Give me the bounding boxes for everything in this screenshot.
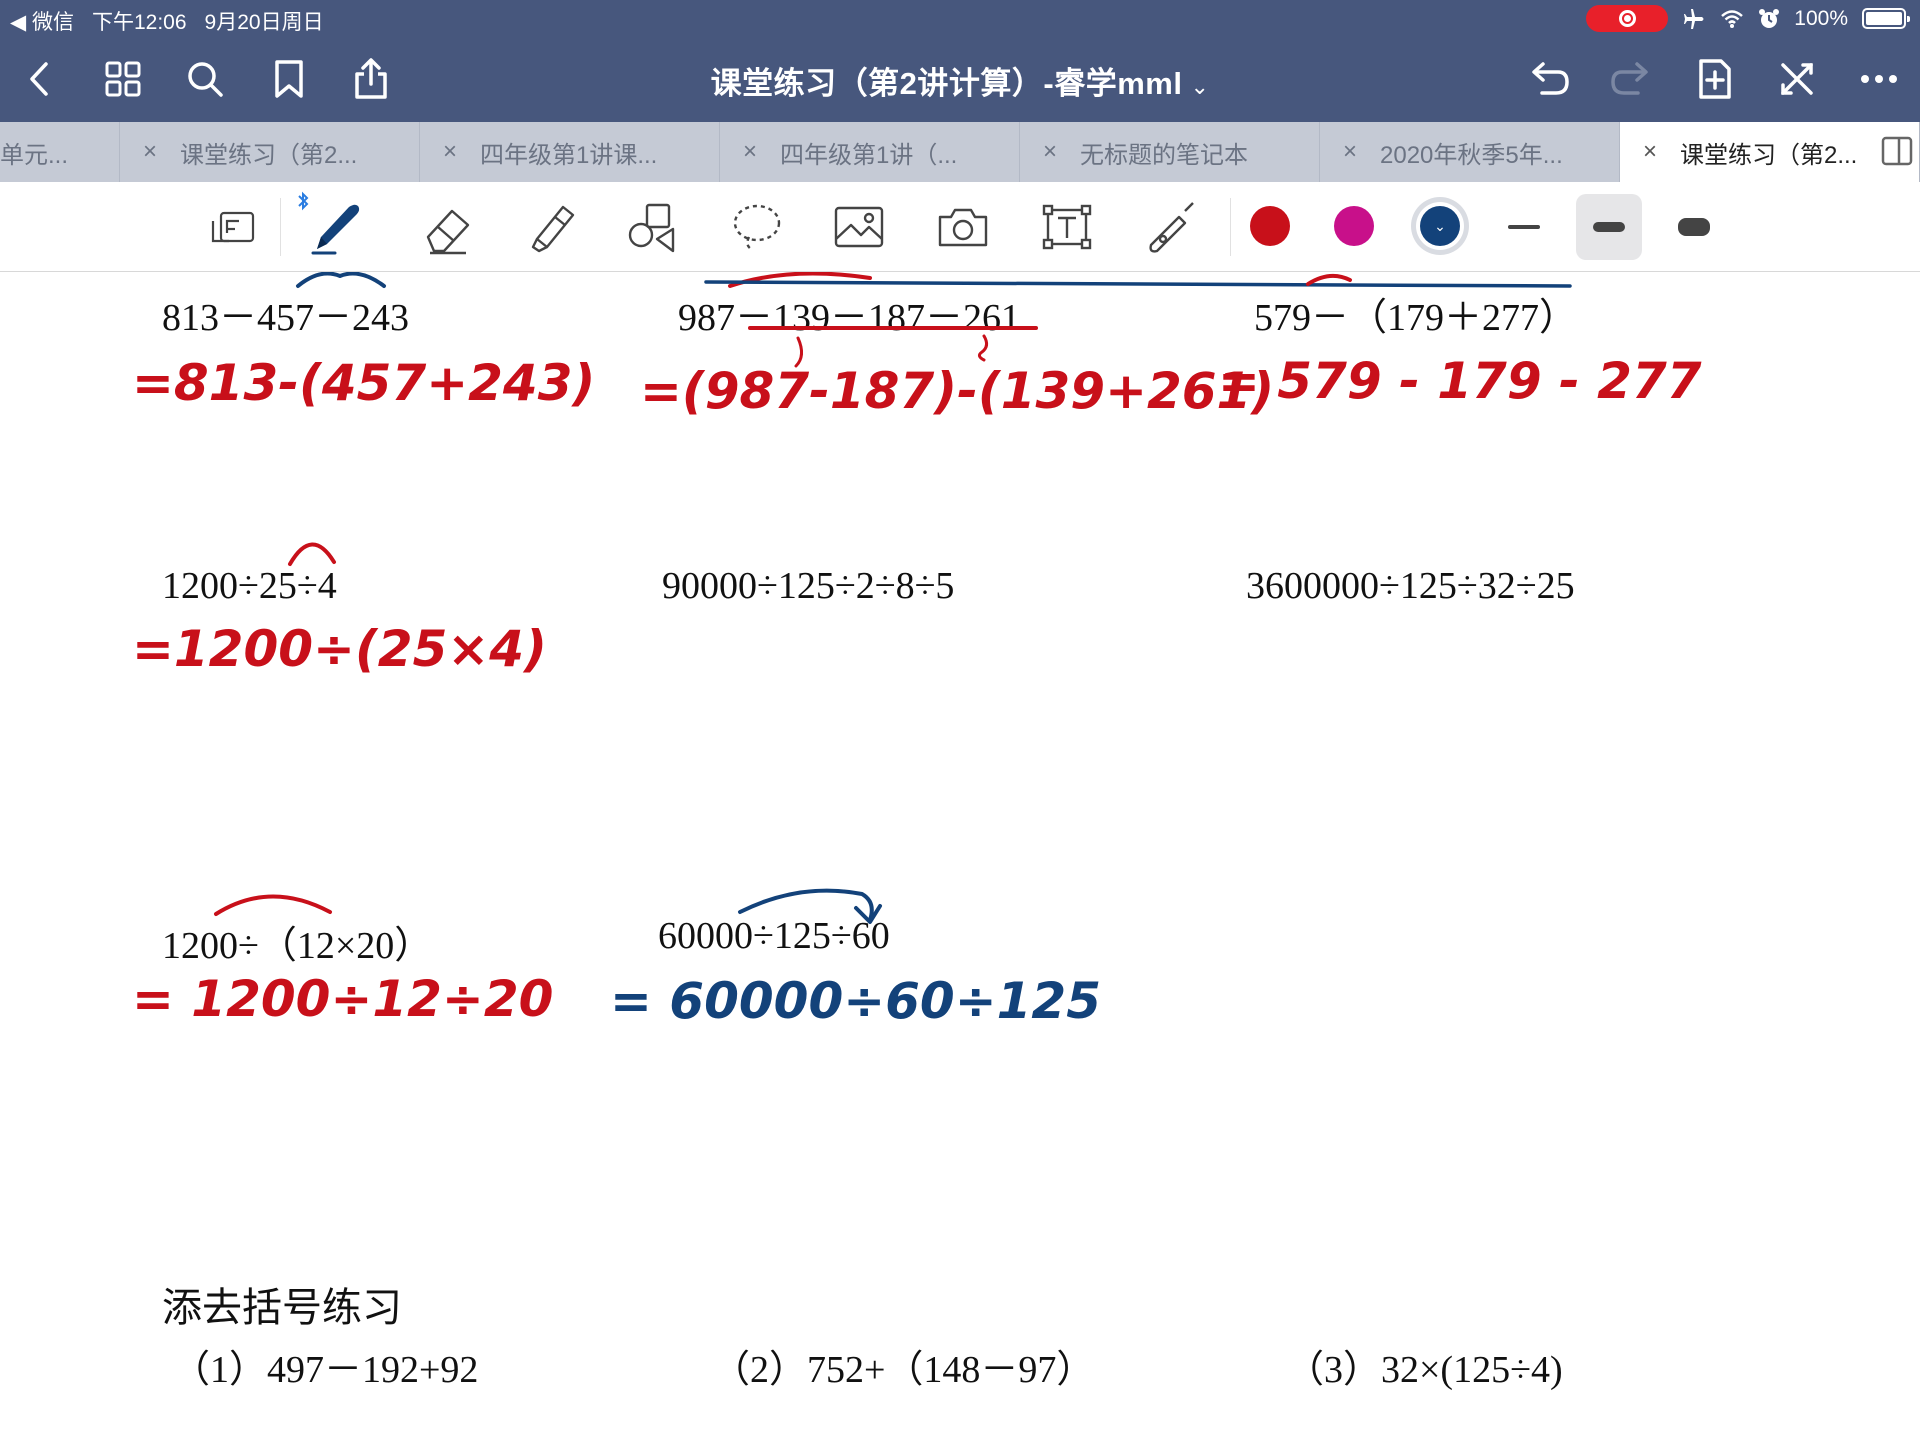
handwriting-layer: =813-(457+243) =(987-187)-(139+261) = 57… bbox=[132, 272, 1702, 1030]
tab-3[interactable]: × 四年级第1讲课... bbox=[420, 122, 720, 182]
tab-label: 2020年秋季5年... bbox=[1380, 141, 1563, 169]
camera-icon bbox=[938, 208, 988, 247]
tab-label: 四年级第1讲课... bbox=[480, 141, 658, 169]
ink-arc bbox=[296, 272, 386, 288]
battery-icon bbox=[1862, 8, 1910, 29]
tab-5[interactable]: × 无标题的笔记本 bbox=[1020, 122, 1320, 182]
ink-overline bbox=[704, 280, 1572, 288]
collapse-arrows-icon bbox=[1781, 63, 1813, 95]
screen-recording-icon[interactable] bbox=[1586, 5, 1669, 32]
tab-2[interactable]: × 课堂练习（第2... bbox=[120, 122, 420, 182]
bluetooth-icon bbox=[298, 191, 309, 211]
close-icon[interactable]: × bbox=[1620, 138, 1680, 166]
color-red-swatch[interactable] bbox=[1250, 206, 1290, 246]
stroke-thick-icon bbox=[1678, 218, 1710, 236]
stroke-thin-button[interactable] bbox=[1491, 194, 1557, 260]
chevron-down-icon: ⌄ bbox=[1190, 74, 1210, 99]
shapes-icon bbox=[628, 203, 675, 253]
camera-tool[interactable] bbox=[930, 194, 996, 260]
toolbar-divider bbox=[280, 198, 281, 256]
shapes-tool[interactable] bbox=[618, 194, 684, 260]
add-page-button[interactable] bbox=[1690, 54, 1740, 104]
stroke-thin-icon bbox=[1508, 225, 1540, 229]
color-magenta-swatch[interactable] bbox=[1334, 206, 1374, 246]
lasso-tool[interactable] bbox=[724, 194, 790, 260]
wifi-icon bbox=[1721, 9, 1744, 28]
answer-7: = 1200÷12÷20 bbox=[132, 970, 553, 1028]
back-to-app-link[interactable]: ◀ 微信 bbox=[10, 6, 74, 36]
tab-1[interactable]: 单元... bbox=[0, 122, 120, 182]
pen-icon bbox=[311, 204, 360, 255]
close-icon[interactable]: × bbox=[120, 138, 180, 166]
close-icon[interactable]: × bbox=[1020, 138, 1080, 166]
more-dots-icon bbox=[1861, 75, 1897, 83]
answer-8: = 60000÷60÷125 bbox=[610, 972, 1101, 1030]
answer-4: =1200÷(25×4) bbox=[132, 620, 547, 678]
eraser-icon bbox=[426, 209, 470, 255]
tab-label: 单元... bbox=[0, 141, 69, 169]
status-bar: ◀ 微信 下午12:06 9月20日周日 100% bbox=[0, 0, 1920, 36]
document-title-text: 课堂练习（第2讲计算）-睿学mml bbox=[710, 66, 1183, 101]
tab-7-active[interactable]: × 课堂练习（第2... bbox=[1620, 122, 1920, 182]
ink-arc bbox=[288, 542, 336, 566]
highlighter-icon bbox=[531, 205, 575, 253]
text-box-tool[interactable] bbox=[1034, 194, 1100, 260]
stroke-thick-button[interactable] bbox=[1661, 194, 1727, 260]
answer-3: = 579 - 179 - 277 bbox=[1218, 352, 1702, 410]
tab-label: 课堂练习（第2... bbox=[180, 141, 358, 169]
image-icon bbox=[834, 206, 884, 248]
battery-percent: 100% bbox=[1794, 6, 1848, 30]
status-time: 下午12:06 bbox=[91, 11, 187, 34]
close-icon[interactable]: × bbox=[420, 138, 480, 166]
lasso-icon bbox=[733, 204, 781, 250]
undo-icon bbox=[1532, 62, 1569, 95]
undo-button[interactable] bbox=[1524, 54, 1574, 104]
laser-pointer-icon bbox=[1149, 202, 1194, 253]
stroke-medium-button[interactable] bbox=[1576, 194, 1642, 260]
ink-arc bbox=[214, 894, 332, 916]
image-tool[interactable] bbox=[826, 194, 892, 260]
color-navy-swatch[interactable]: ⌄ bbox=[1420, 206, 1460, 246]
navigation-bar: 课堂练习（第2讲计算）-睿学mml ⌄ bbox=[0, 36, 1920, 122]
pen-tool[interactable] bbox=[298, 191, 368, 260]
redo-icon bbox=[1611, 62, 1648, 95]
toolbar-divider bbox=[1230, 198, 1231, 256]
status-date: 9月20日周日 bbox=[204, 11, 324, 34]
more-button[interactable] bbox=[1854, 54, 1904, 104]
ink-arrow bbox=[738, 888, 874, 922]
tab-label: 课堂练习（第2... bbox=[1680, 141, 1858, 169]
stroke-medium-icon bbox=[1593, 222, 1625, 232]
answer-2: =(987-187)-(139+261) bbox=[640, 362, 1274, 420]
ink-connector bbox=[977, 334, 989, 362]
tab-4[interactable]: × 四年级第1讲（... bbox=[720, 122, 1020, 182]
split-view-icon[interactable] bbox=[1881, 136, 1913, 166]
focus-mode-button[interactable] bbox=[1772, 54, 1822, 104]
alarm-icon bbox=[1759, 8, 1780, 28]
answer-1: =813-(457+243) bbox=[132, 354, 595, 412]
eraser-tool[interactable] bbox=[415, 194, 481, 260]
tab-6[interactable]: × 2020年秋季5年... bbox=[1320, 122, 1620, 182]
add-page-icon bbox=[1699, 59, 1731, 99]
ink-arc bbox=[1306, 273, 1352, 286]
tab-label: 四年级第1讲（... bbox=[780, 141, 958, 169]
document-tabs: 单元... × 课堂练习（第2... × 四年级第1讲课... × 四年级第1讲… bbox=[0, 122, 1920, 182]
redo-button[interactable] bbox=[1606, 54, 1656, 104]
chevron-down-icon: ⌄ bbox=[1434, 217, 1446, 234]
ink-arrowhead bbox=[854, 904, 882, 924]
drawing-toolbar: ⌄ bbox=[0, 182, 1920, 272]
close-icon[interactable]: × bbox=[720, 138, 780, 166]
airplane-mode-icon bbox=[1684, 8, 1704, 29]
tab-label: 无标题的笔记本 bbox=[1080, 141, 1248, 169]
close-icon[interactable]: × bbox=[1320, 138, 1380, 166]
page-view-icon bbox=[211, 211, 255, 243]
highlighter-tool[interactable] bbox=[518, 194, 584, 260]
page-view-tool[interactable] bbox=[200, 194, 266, 260]
notebook-page[interactable]: 813－457－243 987－139－187－261 579－（179＋277… bbox=[0, 272, 1920, 1440]
text-box-icon bbox=[1042, 204, 1092, 250]
laser-pointer-tool[interactable] bbox=[1136, 194, 1202, 260]
